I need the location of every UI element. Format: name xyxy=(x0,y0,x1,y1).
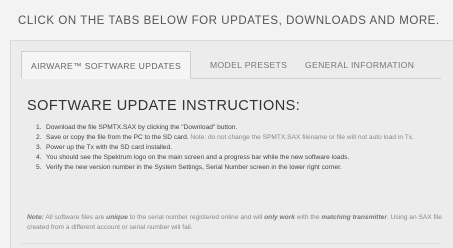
list-item: 4. You should see the Spektrum logo on t… xyxy=(36,153,446,163)
list-item: 3. Power up the Tx with the SD card inst… xyxy=(36,143,446,153)
list-item: 5. Verify the new version number in the … xyxy=(36,163,446,173)
step-text: Download the file SPMTX.SAX by clicking … xyxy=(46,124,238,131)
step-text: You should see the Spektrum logo on the … xyxy=(46,154,350,161)
divider xyxy=(21,243,441,244)
step-text: Save or copy the file from the PC to the… xyxy=(46,134,189,141)
page-headline: CLICK ON THE TABS BELOW FOR UPDATES, DOW… xyxy=(18,15,440,27)
note-text: All software files are xyxy=(43,214,107,221)
note-label: Note: xyxy=(27,214,44,221)
step-number: 2. xyxy=(36,134,42,141)
tab-general-information[interactable]: GENERAL INFORMATION xyxy=(305,51,414,79)
note-emphasis: unique xyxy=(106,214,128,221)
list-item: 1. Download the file SPMTX.SAX by clicki… xyxy=(36,123,446,133)
note-emphasis: matching transmitter xyxy=(321,214,387,221)
step-number: 5. xyxy=(36,164,42,171)
tab-bar: AIRWARE™ SOFTWARE UPDATES MODEL PRESETS … xyxy=(21,51,441,79)
step-text-wrapper: Save or copy the file from the PC to the… xyxy=(46,133,446,143)
step-number: 3. xyxy=(36,144,42,151)
tab-airware-software-updates[interactable]: AIRWARE™ SOFTWARE UPDATES xyxy=(21,51,192,79)
note-text: to the serial number registered online a… xyxy=(127,214,265,221)
tab-model-presets[interactable]: MODEL PRESETS xyxy=(210,51,287,79)
instruction-list: 1. Download the file SPMTX.SAX by clicki… xyxy=(36,123,446,173)
section-title: SOFTWARE UPDATE INSTRUCTIONS: xyxy=(27,98,301,114)
step-note: Note: do not change the SPMTX.SAX filena… xyxy=(188,134,414,141)
list-item: 2. Save or copy the file from the PC to … xyxy=(36,133,446,143)
tab-panel: AIRWARE™ SOFTWARE UPDATES MODEL PRESETS … xyxy=(10,40,453,248)
step-text: Power up the Tx with the SD card install… xyxy=(46,144,172,151)
note-emphasis: only work xyxy=(264,214,295,221)
step-text: Verify the new version number in the Sys… xyxy=(46,164,342,171)
note-text: with the xyxy=(294,214,322,221)
compatibility-note: Note: All software files are unique to t… xyxy=(27,213,445,233)
step-number: 4. xyxy=(36,154,42,161)
step-number: 1. xyxy=(36,124,42,131)
